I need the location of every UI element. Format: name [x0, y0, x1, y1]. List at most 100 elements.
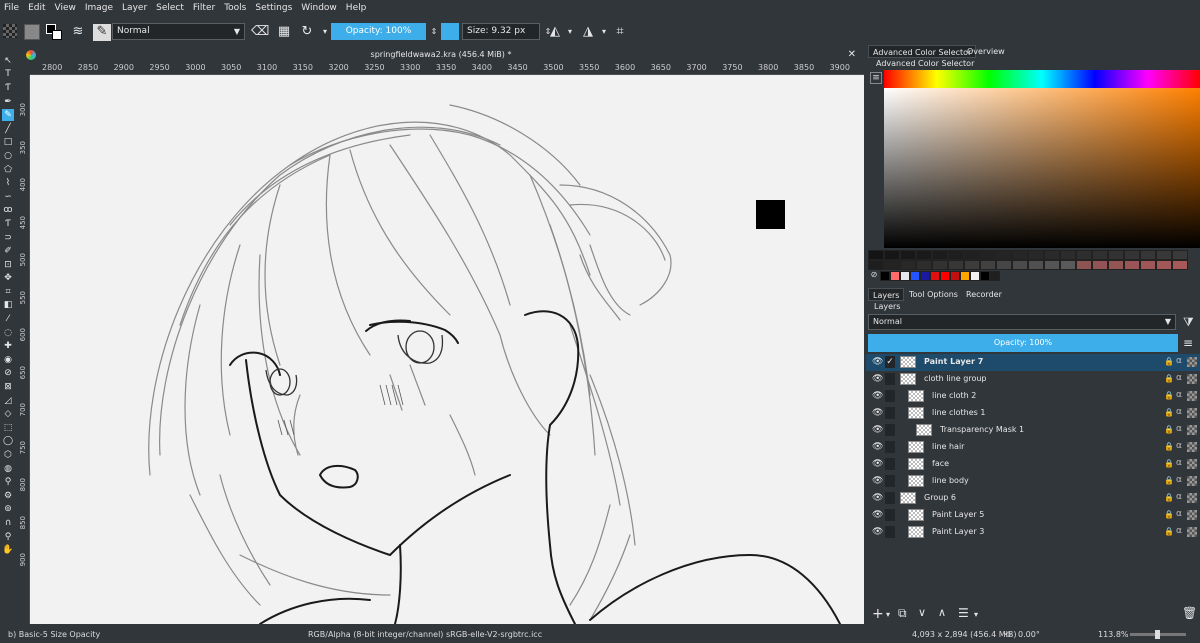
hue-slider[interactable] [884, 70, 1200, 88]
color-history-swatch[interactable] [1092, 250, 1108, 260]
add-layer-icon[interactable]: + [872, 606, 884, 622]
recent-color-swatch[interactable] [940, 271, 950, 281]
layer-row[interactable]: 👁 Paint Layer 3 🔒 α [866, 524, 1200, 541]
visibility-eye-icon[interactable]: 👁 [872, 476, 883, 486]
pattern-icon[interactable] [3, 24, 17, 38]
visibility-eye-icon[interactable]: 👁 [872, 459, 883, 469]
dynamic-brush-icon[interactable]: Ƭ [2, 218, 14, 230]
rectangle-tool-icon[interactable]: □ [2, 136, 14, 148]
edit-shapes-icon[interactable]: Ƭ [2, 82, 14, 94]
recent-color-swatch[interactable] [900, 271, 910, 281]
gradient-icon[interactable] [24, 24, 40, 40]
calligraphy-icon[interactable]: ✒ [2, 96, 14, 108]
size-slider[interactable]: Size: 9.32 px [462, 23, 540, 40]
recent-color-swatch[interactable] [890, 271, 900, 281]
color-history-swatch[interactable] [1140, 250, 1156, 260]
layer-checkbox[interactable] [885, 492, 895, 504]
ellipse-select-icon[interactable]: ◯ [2, 435, 14, 447]
lock-icon[interactable]: 🔒 [1164, 391, 1174, 400]
bezier-select-icon[interactable]: ⊚ [2, 503, 14, 515]
brush-preset-icon[interactable]: ✎ [93, 24, 111, 41]
inherit-alpha-icon[interactable] [1187, 408, 1197, 418]
pan-tool-icon[interactable]: ✋ [2, 544, 14, 556]
layer-checkbox[interactable] [885, 441, 895, 453]
menu-item-filter[interactable]: Filter [193, 3, 215, 13]
opacity-slider[interactable]: Opacity: 100% [331, 23, 426, 40]
rect-select-icon[interactable]: ⬚ [2, 422, 14, 434]
saturation-value-square[interactable] [884, 88, 1200, 248]
layer-checkbox[interactable] [885, 526, 895, 538]
color-history-swatch[interactable] [916, 250, 932, 260]
color-history-swatch[interactable] [1172, 260, 1188, 270]
spin-arrows-icon[interactable]: ⇕ [426, 24, 442, 40]
alpha-lock-icon[interactable]: α [1176, 458, 1182, 468]
close-icon[interactable]: ✕ [848, 48, 856, 62]
layer-row[interactable]: 👁 face 🔒 α [866, 456, 1200, 473]
menu-item-help[interactable]: Help [346, 3, 367, 13]
menu-item-select[interactable]: Select [156, 3, 184, 13]
color-picker-icon[interactable]: ⁄ [2, 313, 14, 325]
alpha-lock-icon[interactable]: ▦ [276, 24, 292, 40]
inherit-alpha-icon[interactable] [1187, 442, 1197, 452]
color-history-swatch[interactable] [1108, 250, 1124, 260]
alpha-lock-icon[interactable]: α [1176, 475, 1182, 485]
layer-row[interactable]: 👁 line body 🔒 α [866, 473, 1200, 490]
color-history-swatch[interactable] [900, 250, 916, 260]
transform-tool-icon[interactable]: ⊡ [2, 259, 14, 271]
brush-settings-icon[interactable]: ≋ [70, 24, 86, 40]
color-history-swatch[interactable] [868, 260, 884, 270]
color-history-swatch[interactable] [964, 250, 980, 260]
recent-color-swatch[interactable] [920, 271, 930, 281]
contiguous-select-icon[interactable]: ⚲ [2, 476, 14, 488]
color-history-swatch[interactable] [884, 250, 900, 260]
alpha-lock-icon[interactable]: α [1176, 356, 1182, 366]
color-history-swatch[interactable] [1076, 260, 1092, 270]
polygon-tool-icon[interactable]: ⬠ [2, 164, 14, 176]
inherit-alpha-icon[interactable] [1187, 527, 1197, 537]
color-history-swatch[interactable] [1076, 250, 1092, 260]
layer-row[interactable]: 👁 Paint Layer 5 🔒 α [866, 507, 1200, 524]
color-history-swatch[interactable] [1028, 260, 1044, 270]
crop-tool-icon[interactable]: ⌗ [2, 286, 14, 298]
document-tab[interactable]: springfieldwawa2.kra (456.4 MiB) * ✕ [18, 48, 864, 62]
menu-item-layer[interactable]: Layer [122, 3, 147, 13]
layer-row[interactable]: 👁 ✓ Paint Layer 7 🔒 α [866, 354, 1200, 371]
inherit-alpha-icon[interactable] [1187, 357, 1197, 367]
color-history-swatch[interactable] [900, 260, 916, 270]
move-tool-icon[interactable]: ✥ [2, 272, 14, 284]
color-history-swatch[interactable] [980, 250, 996, 260]
freehand-brush-icon[interactable]: ✎ [2, 109, 14, 122]
fill-tool-icon[interactable]: ◉ [2, 354, 14, 366]
recent-color-swatch[interactable] [980, 271, 990, 281]
layer-checkbox[interactable] [885, 390, 895, 402]
assistant-tool-icon[interactable]: ⊠ [2, 381, 14, 393]
color-history-swatch[interactable] [932, 260, 948, 270]
filter-icon[interactable]: ⧩ [1183, 315, 1194, 330]
color-history-swatch[interactable] [1060, 250, 1076, 260]
layer-row[interactable]: 👁 line hair 🔒 α [866, 439, 1200, 456]
lock-icon[interactable]: 🔒 [1164, 493, 1174, 502]
color-history-swatch[interactable] [1124, 260, 1140, 270]
recent-colors-row[interactable]: ⊘ [868, 271, 1000, 281]
rotation-icon[interactable]: ⟲ [1004, 630, 1011, 639]
lock-icon[interactable]: 🔒 [1164, 425, 1174, 434]
layer-checkbox[interactable] [885, 458, 895, 470]
visibility-eye-icon[interactable]: 👁 [872, 408, 883, 418]
inherit-alpha-icon[interactable] [1187, 459, 1197, 469]
layer-opacity-slider[interactable]: Opacity: 100% [868, 334, 1178, 352]
color-history-swatch[interactable] [996, 250, 1012, 260]
color-history-swatch[interactable] [932, 250, 948, 260]
recent-color-swatch[interactable] [930, 271, 940, 281]
layer-row[interactable]: 👁 line clothes 1 🔒 α [866, 405, 1200, 422]
layer-row[interactable]: 👁 line cloth 2 🔒 α [866, 388, 1200, 405]
layer-checkbox[interactable] [885, 407, 895, 419]
alpha-lock-icon[interactable]: α [1176, 526, 1182, 536]
lock-icon[interactable]: 🔒 [1164, 527, 1174, 536]
delete-layer-icon[interactable]: 🗑 [1182, 606, 1197, 620]
lock-icon[interactable]: 🔒 [1164, 459, 1174, 468]
visibility-eye-icon[interactable]: 👁 [872, 493, 883, 503]
alpha-lock-icon[interactable]: α [1176, 492, 1182, 502]
recent-color-swatch[interactable] [960, 271, 970, 281]
polyline-tool-icon[interactable]: ⌇ [2, 177, 14, 189]
similar-select-icon[interactable]: ⚙ [2, 490, 14, 502]
